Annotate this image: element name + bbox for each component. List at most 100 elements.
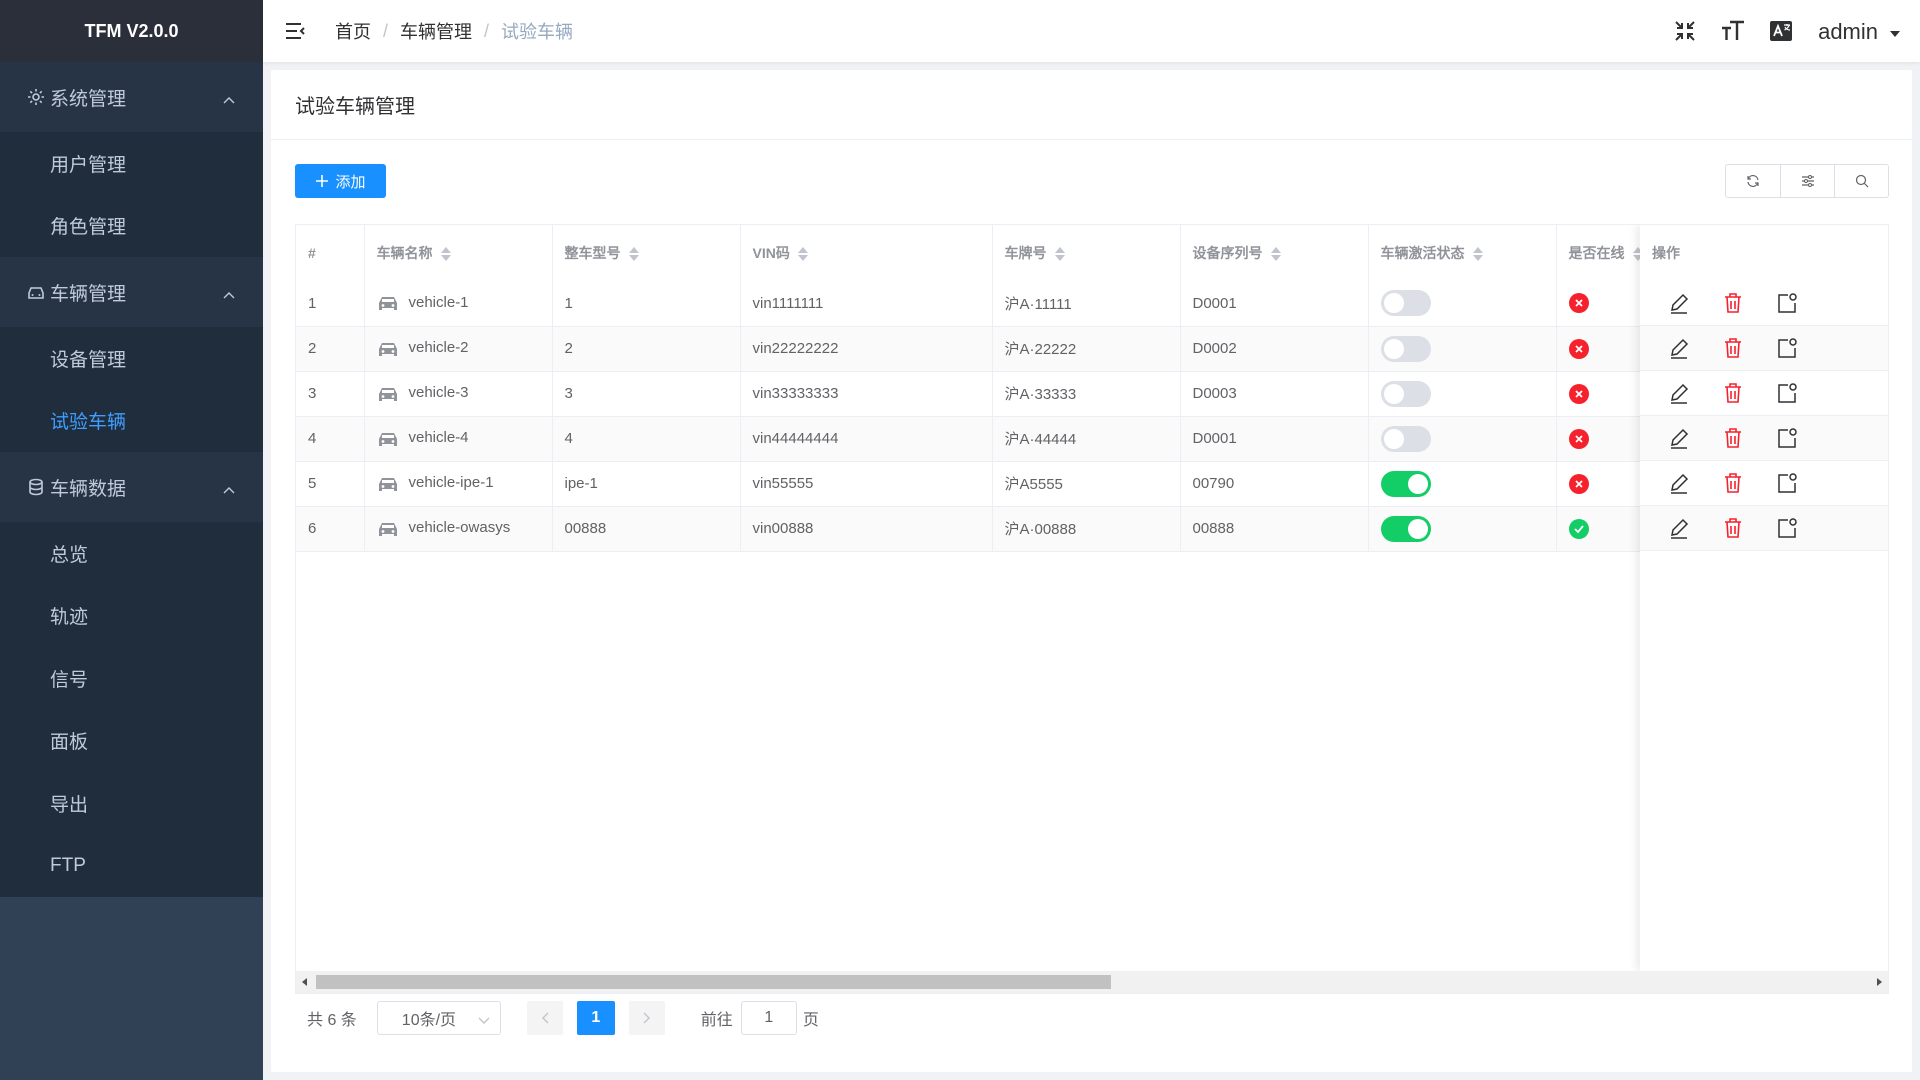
total-count: 共 6 条: [307, 1012, 357, 1029]
cell-index: 3: [296, 371, 365, 417]
sidebar-item-roles[interactable]: 角色管理: [0, 195, 263, 258]
sidebar-group-system[interactable]: 系统管理: [0, 62, 263, 132]
cell-name: vehicle-3: [364, 371, 553, 417]
sidebar-group-label: 车辆数据: [50, 478, 127, 500]
edit-icon[interactable]: [1664, 380, 1694, 406]
col-index: #: [296, 225, 365, 281]
edit-icon[interactable]: [1664, 425, 1694, 451]
cell-device: D0002: [1180, 326, 1369, 372]
sidebar-group-label: 车辆管理: [50, 283, 127, 305]
sort-icon[interactable]: [440, 246, 451, 262]
breadcrumb-current: 试验车辆: [501, 22, 574, 42]
cell-model: 00888: [552, 506, 741, 552]
col-vin[interactable]: VIN码: [740, 225, 993, 281]
sidebar-group-vehicles[interactable]: 车辆管理: [0, 257, 263, 327]
active-toggle[interactable]: [1380, 380, 1431, 407]
sidebar-item-export[interactable]: 导出: [0, 772, 263, 835]
page-size-select[interactable]: 10条/页: [376, 1001, 501, 1035]
username: admin: [1818, 19, 1878, 44]
sort-icon[interactable]: [1472, 246, 1483, 262]
delete-icon[interactable]: [1718, 470, 1748, 496]
cell-active: [1368, 326, 1557, 372]
prev-page-button[interactable]: [526, 1001, 563, 1035]
active-toggle[interactable]: [1380, 515, 1431, 542]
filter-icon[interactable]: [1780, 165, 1834, 197]
user-dropdown[interactable]: admin: [1818, 17, 1900, 45]
delete-icon[interactable]: [1718, 290, 1748, 316]
breadcrumb-vehicle-management[interactable]: 车辆管理: [400, 18, 472, 44]
detail-icon[interactable]: [1772, 290, 1802, 316]
cell-plate: 沪A·22222: [992, 326, 1181, 372]
cell-vin: vin00888: [740, 506, 993, 552]
vehicle-table: # 车辆名称 整车型号 VIN码 车牌号 设备序列号 车辆激活状态 是否在线 1…: [295, 224, 1889, 994]
page-number[interactable]: 1: [576, 1001, 615, 1035]
delete-icon[interactable]: [1718, 335, 1748, 361]
active-toggle[interactable]: [1380, 470, 1431, 497]
col-plate[interactable]: 车牌号: [992, 225, 1181, 281]
col-device[interactable]: 设备序列号: [1180, 225, 1369, 281]
font-size-icon[interactable]: [1720, 18, 1746, 44]
page-title: 试验车辆管理: [271, 70, 1912, 140]
horizontal-scrollbar[interactable]: [296, 971, 1888, 993]
vehicle-name: vehicle-owasys: [408, 519, 511, 537]
scroll-right-icon[interactable]: [1877, 978, 1882, 986]
cell-vin: vin33333333: [740, 371, 993, 417]
sidebar-item-track[interactable]: 轨迹: [0, 585, 263, 648]
edit-icon[interactable]: [1664, 470, 1694, 496]
col-name[interactable]: 车辆名称: [364, 225, 553, 281]
add-button[interactable]: 添加: [295, 164, 386, 198]
delete-icon[interactable]: [1718, 425, 1748, 451]
active-toggle[interactable]: [1380, 335, 1431, 362]
cell-active: [1368, 281, 1557, 327]
search-icon[interactable]: [1834, 165, 1888, 197]
sort-icon[interactable]: [628, 246, 639, 262]
fullscreen-exit-icon[interactable]: [1672, 18, 1698, 44]
col-active[interactable]: 车辆激活状态: [1368, 225, 1557, 281]
sort-icon[interactable]: [1054, 246, 1065, 262]
cell-vin: vin1111111: [740, 281, 993, 327]
sidebar-item-users[interactable]: 用户管理: [0, 132, 263, 195]
scroll-thumb[interactable]: [316, 975, 1111, 989]
active-toggle[interactable]: [1380, 290, 1431, 317]
cell-index: 6: [296, 506, 365, 552]
sidebar-item-panel[interactable]: 面板: [0, 710, 263, 773]
sidebar-item-overview[interactable]: 总览: [0, 522, 263, 585]
col-model[interactable]: 整车型号: [552, 225, 741, 281]
detail-icon[interactable]: [1772, 515, 1802, 541]
detail-icon[interactable]: [1772, 425, 1802, 451]
edit-icon[interactable]: [1664, 335, 1694, 361]
detail-icon[interactable]: [1772, 380, 1802, 406]
car-icon: [377, 385, 399, 403]
sort-icon[interactable]: [1270, 246, 1281, 262]
chevron-up-icon: [223, 283, 235, 305]
refresh-icon[interactable]: [1726, 165, 1780, 197]
sidebar-item-ftp[interactable]: FTP: [0, 835, 263, 898]
edit-icon[interactable]: [1664, 290, 1694, 316]
sidebar-item-test-vehicles[interactable]: 试验车辆: [0, 390, 263, 453]
detail-icon[interactable]: [1772, 470, 1802, 496]
delete-icon[interactable]: [1718, 515, 1748, 541]
sidebar-item-signal[interactable]: 信号: [0, 647, 263, 710]
col-device-label: 设备序列号: [1192, 245, 1263, 261]
cell-plate: 沪A·44444: [992, 416, 1181, 462]
hamburger-icon[interactable]: [283, 19, 307, 43]
translate-icon[interactable]: [1768, 18, 1794, 44]
delete-icon[interactable]: [1718, 380, 1748, 406]
next-page-button[interactable]: [628, 1001, 665, 1035]
sort-icon[interactable]: [797, 246, 808, 262]
sidebar-item-devices[interactable]: 设备管理: [0, 327, 263, 390]
page-unit-label: 页: [802, 1012, 819, 1029]
sidebar-group-vehicle-data[interactable]: 车辆数据: [0, 452, 263, 522]
actions-row: [1640, 461, 1888, 506]
scroll-left-icon[interactable]: [302, 978, 307, 986]
active-toggle[interactable]: [1380, 425, 1431, 452]
actions-row: [1640, 281, 1888, 326]
car-icon: [26, 282, 46, 302]
detail-icon[interactable]: [1772, 335, 1802, 361]
breadcrumb-home[interactable]: 首页: [335, 18, 371, 44]
edit-icon[interactable]: [1664, 515, 1694, 541]
cell-device: D0001: [1180, 281, 1369, 327]
breadcrumb-separator: /: [484, 20, 490, 41]
navbar: 首页 / 车辆管理 / 试验车辆 admin: [263, 0, 1920, 62]
goto-page-input[interactable]: 1: [740, 1001, 797, 1035]
